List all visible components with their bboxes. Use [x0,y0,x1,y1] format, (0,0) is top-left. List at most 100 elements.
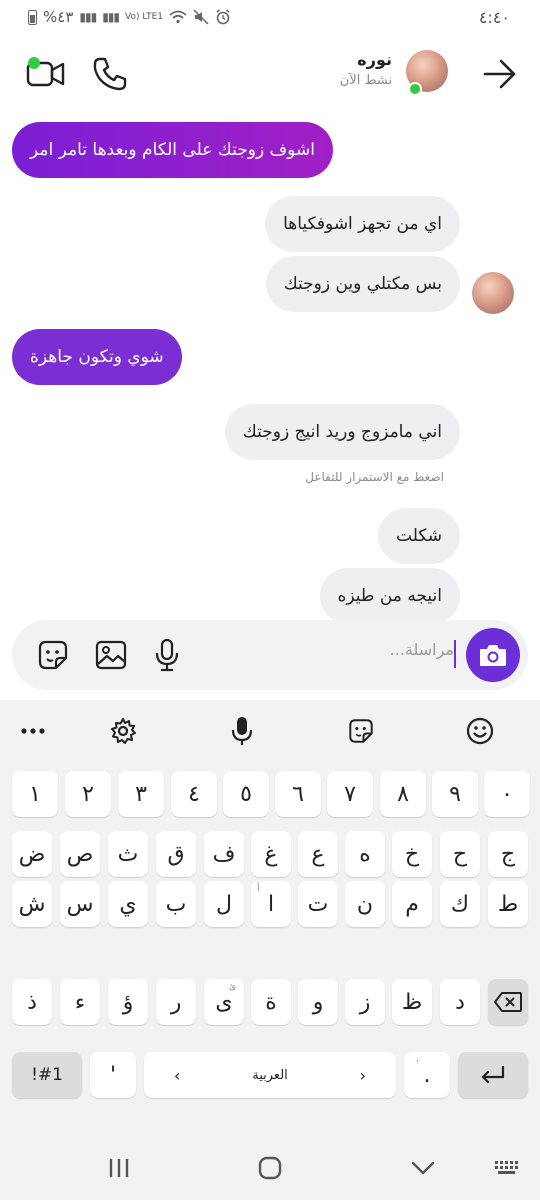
battery-level: %٤٣ [43,8,74,26]
backspace-key[interactable] [488,979,528,1025]
message-bubble[interactable]: انيجه من طيزه [319,568,460,622]
key-letter[interactable]: ث [108,831,148,877]
enter-key[interactable] [458,1052,528,1098]
sticker-icon[interactable] [36,638,70,672]
key-letter[interactable]: ف [204,831,244,877]
contact-info[interactable]: نوره نشط الآن [340,50,392,88]
sender-avatar[interactable] [472,272,514,314]
message-list[interactable]: اشوف زوجتك على الكام وبعدها تامر امر اي … [0,112,540,622]
key-letter[interactable]: ه [345,831,385,877]
camera-button[interactable] [466,628,520,682]
key-letter[interactable]: ر [156,979,196,1025]
interaction-hint: اضغط مع الاستمرار للتفاعل [305,470,444,484]
key-letter[interactable]: ط [488,881,528,927]
home-icon[interactable] [255,1153,285,1183]
key-alef[interactable]: اأ [251,881,291,927]
key-2[interactable]: ٢ [65,771,111,817]
symbols-key[interactable]: !#1 [12,1052,82,1098]
key-5[interactable]: ٥ [223,771,269,817]
message-bubble[interactable]: اني مامزوج وريد انيج زوجتك [224,404,460,460]
key-letter[interactable]: ك [440,881,480,927]
key-letter[interactable]: ؤ [108,979,148,1025]
key-hint: أ [257,884,260,894]
mic-icon[interactable] [225,714,259,748]
contact-name: نوره [357,50,392,69]
navigation-bar [0,1135,540,1200]
message-input[interactable]: مراسلة... [390,640,454,659]
key-6[interactable]: ٦ [275,771,321,817]
key-letter[interactable]: ع [298,831,338,877]
phone-call-icon[interactable] [92,56,128,92]
chat-header: نوره نشط الآن [0,34,540,112]
key-letter[interactable]: ي [108,881,148,927]
status-bar: %٤٣ ▮▮▮ ▮▮▮ Vo) LTE1 ٤:٤٠ [0,0,540,34]
key-letter[interactable]: ة [251,979,291,1025]
more-icon[interactable] [16,714,50,748]
key-letter-label: . [423,1062,431,1088]
key-alef-maqsura[interactable]: ىئ [204,979,244,1025]
message-bubble[interactable]: اشوف زوجتك على الكام وبعدها تامر امر [12,122,333,178]
video-call-icon[interactable] [26,56,66,90]
key-letter[interactable]: ل [204,881,244,927]
text-cursor [454,640,456,668]
signal-icon-2: ▮▮▮ [102,10,120,24]
sticker-icon[interactable] [344,714,378,748]
emoji-icon[interactable] [463,714,497,748]
clock: ٤:٤٠ [478,7,510,27]
key-letter[interactable]: ز [345,979,385,1025]
key-letter[interactable]: ظ [392,979,432,1025]
key-letter[interactable]: د [440,979,480,1025]
message-bubble[interactable]: شوي وتكون جاهزة [12,329,182,385]
period-key[interactable]: . ، [404,1052,450,1098]
key-letter[interactable]: ت [298,881,338,927]
gallery-icon[interactable] [94,638,128,672]
cursor-right-icon[interactable]: › [360,1066,366,1085]
message-bubble[interactable]: بس مكتلي وين زوجتك [265,256,460,312]
status-icons: %٤٣ ▮▮▮ ▮▮▮ Vo) LTE1 [28,8,231,26]
back-chevron-icon[interactable] [408,1153,438,1183]
key-letter[interactable]: ض [12,831,52,877]
key-letter[interactable]: ج [488,831,528,877]
network-label: Vo) LTE1 [125,11,164,22]
keyboard-hide-icon[interactable] [492,1153,522,1183]
cursor-left-icon[interactable]: ‹ [174,1066,180,1085]
wifi-icon [169,10,187,24]
key-letter[interactable]: خ [392,831,432,877]
space-key[interactable]: ‹ العربية › [144,1052,396,1098]
message-bubble[interactable]: اي من تجهز اشوفكياها [265,196,460,252]
key-letter[interactable]: غ [251,831,291,877]
gear-icon[interactable] [106,714,140,748]
key-8[interactable]: ٨ [380,771,426,817]
keyboard: ١ ٢ ٣ ٤ ٥ ٦ ٧ ٨ ٩ ٠ ض ص ث ق ف غ ع ه خ ح … [0,700,540,1135]
screen: %٤٣ ▮▮▮ ▮▮▮ Vo) LTE1 ٤:٤٠ نوره نشط الآن [0,0,540,1200]
key-1[interactable]: ١ [12,771,58,817]
key-hint: ، [416,1055,419,1065]
key-letter[interactable]: م [392,881,432,927]
back-arrow-icon[interactable] [482,58,518,90]
keyboard-toolbar [0,700,540,762]
key-letter[interactable]: ذ [12,979,52,1025]
key-letter[interactable]: ب [156,881,196,927]
alarm-icon [216,9,230,25]
key-letter[interactable]: ح [440,831,480,877]
key-letter[interactable]: ص [60,831,100,877]
key-letter[interactable]: ق [156,831,196,877]
key-letter-label: ى [215,989,233,1015]
online-indicator [408,82,422,96]
key-4[interactable]: ٤ [171,771,217,817]
key-7[interactable]: ٧ [327,771,373,817]
camera-icon [480,645,506,666]
key-letter[interactable]: ش [12,881,52,927]
key-3[interactable]: ٣ [118,771,164,817]
message-bubble[interactable]: شكلت [378,508,460,564]
key-9[interactable]: ٩ [432,771,478,817]
microphone-icon[interactable] [150,638,184,672]
signal-icon: ▮▮▮ [79,10,97,24]
key-letter[interactable]: ن [345,881,385,927]
key-letter[interactable]: ء [60,979,100,1025]
key-0[interactable]: ٠ [484,771,530,817]
recent-apps-icon[interactable] [104,1153,134,1183]
key-letter[interactable]: و [298,979,338,1025]
apostrophe-key[interactable]: ' [90,1052,136,1098]
key-letter[interactable]: س [60,881,100,927]
